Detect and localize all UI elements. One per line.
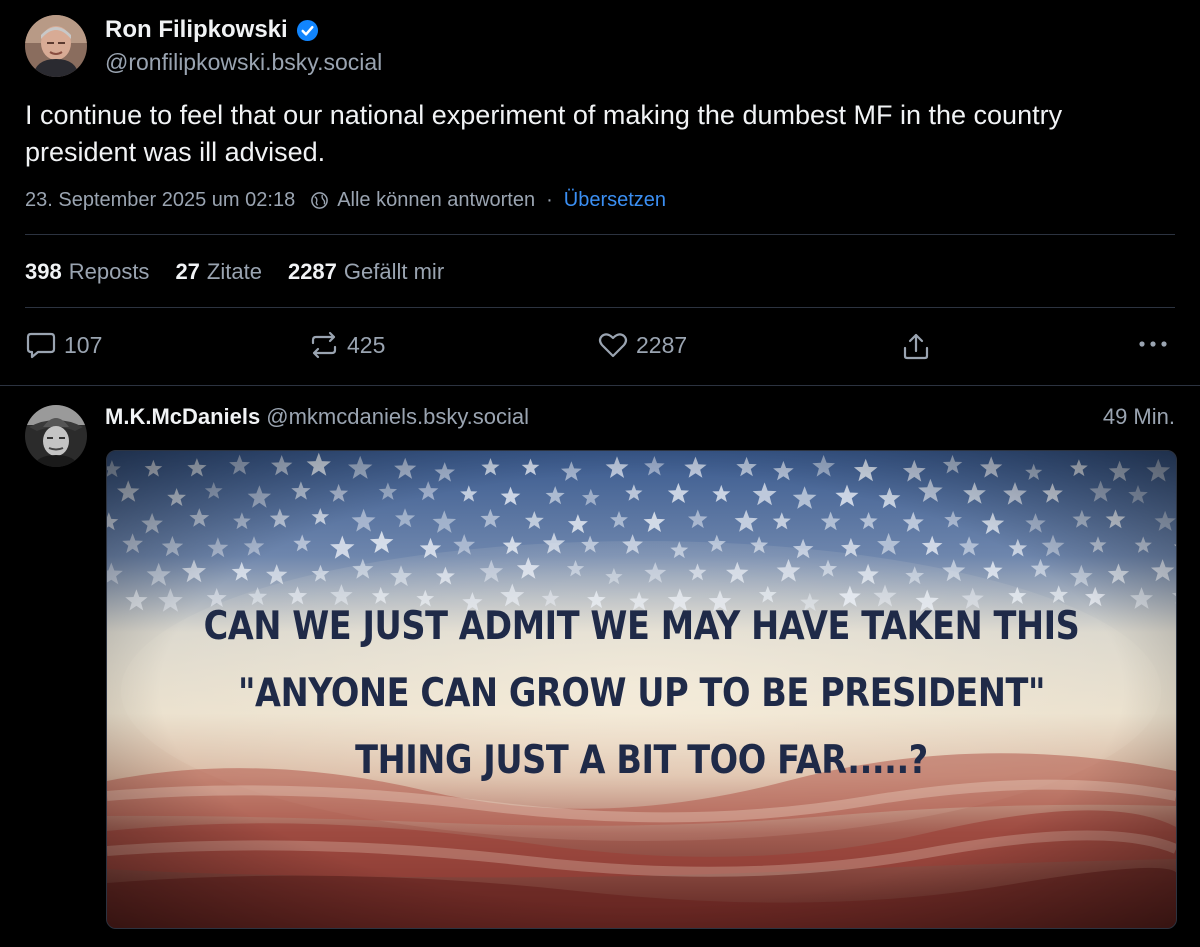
reply-display-name[interactable]: M.K.McDaniels [105,404,260,429]
author-display-name[interactable]: Ron Filipkowski [105,16,288,44]
divider [25,234,1175,235]
author-handle[interactable]: @ronfilipkowski.bsky.social [105,49,382,76]
globe-icon [310,191,329,210]
author-avatar[interactable] [25,15,87,77]
likes-stat[interactable]: 2287 Gefällt mir [288,259,444,285]
engagement-stats: 398 Reposts 27 Zitate 2287 Gefällt mir [25,259,470,285]
speech-bubble-icon [26,332,56,359]
like-count: 2287 [636,331,688,358]
more-options-button[interactable] [1137,336,1176,352]
reply-button[interactable]: 107 [25,331,102,359]
heart-icon [598,333,628,358]
reposts-count: 398 [25,259,62,284]
repost-count: 425 [347,331,386,358]
divider [25,307,1175,308]
main-post: Ron Filipkowski @ronfilipkowski.bsky.soc… [0,0,1200,385]
image-text-line: CAN WE JUST ADMIT WE MAY HAVE TAKEN THIS [203,604,1080,649]
reply-author[interactable]: M.K.McDaniels @mkmcdaniels.bsky.social [105,404,529,430]
likes-count: 2287 [287,259,337,284]
post-text: I continue to feel that our national exp… [25,100,1063,167]
repost-arrows-icon [311,331,337,359]
thread-divider [0,385,1200,386]
verified-badge-icon[interactable] [296,19,319,42]
quotes-stat[interactable]: 27 Zitate [175,259,262,285]
like-button[interactable]: 2287 [597,331,687,359]
reply-setting[interactable]: Alle können antworten [337,189,535,212]
image-text-line: THING JUST A BIT TOO FAR.....? [355,738,928,783]
quotes-count: 27 [175,259,200,284]
post-timestamp[interactable]: 23. September 2025 um 02:18 [25,189,295,212]
image-caption: CAN WE JUST ADMIT WE MAY HAVE TAKEN THIS… [107,593,1176,794]
reply-image[interactable]: CAN WE JUST ADMIT WE MAY HAVE TAKEN THIS… [106,450,1177,929]
meta-separator: · [546,189,553,211]
ellipsis-icon [1139,341,1167,347]
author-name[interactable]: Ron Filipkowski [105,16,319,44]
translate-link[interactable]: Übersetzen [564,189,666,212]
reply-author-avatar[interactable] [25,405,87,467]
reply-count: 107 [64,331,103,358]
reply-time[interactable]: 49 Min. [1103,404,1175,430]
reposts-label: Reposts [68,259,150,284]
post-meta: 23. September 2025 um 02:18 Alle können … [25,189,666,212]
image-text-line: "ANYONE CAN GROW UP TO BE PRESIDENT" [237,671,1045,716]
share-button[interactable] [900,331,939,361]
reply-handle[interactable]: @mkmcdaniels.bsky.social [266,404,529,429]
repost-button[interactable]: 425 [308,331,385,359]
likes-label: Gefällt mir [343,259,445,284]
share-upload-icon [903,333,929,360]
quotes-label: Zitate [206,259,262,284]
reposts-stat[interactable]: 398 Reposts [25,259,149,285]
